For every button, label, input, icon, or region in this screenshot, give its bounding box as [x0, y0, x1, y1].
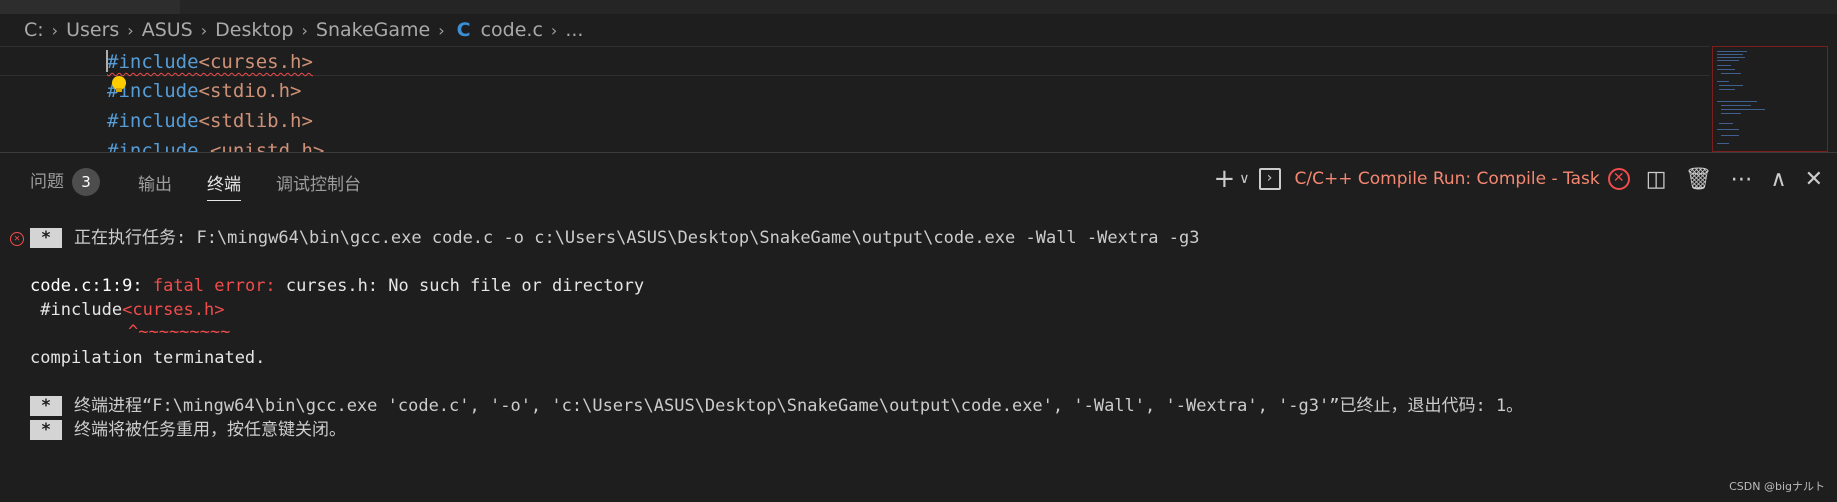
source-header: <curses.h>	[122, 300, 225, 320]
chevron-right-icon: ›	[301, 20, 308, 40]
error-line: code.c:1:9: fatal error: curses.h: No su…	[30, 274, 644, 298]
panel-toolbar: + ∨ › C/C++ Compile Run: Compile - Task …	[1204, 163, 1837, 195]
line-code: #include <unistd.h>	[107, 136, 324, 152]
breadcrumb-asus[interactable]: ASUS	[142, 19, 193, 41]
caret-line: ^~~~~~~~~~	[128, 322, 231, 342]
tab-problems[interactable]: 问题 3	[30, 167, 100, 196]
preprocessor-directive: #include	[107, 51, 199, 73]
preprocessor-directive: #include	[107, 110, 199, 132]
tab-output[interactable]: 输出	[138, 170, 172, 195]
more-actions-icon[interactable]: ⋯	[1730, 167, 1752, 192]
trash-icon[interactable]: 🗑	[1685, 167, 1713, 192]
code-line[interactable]: 3 #include<stdlib.h>	[0, 106, 1710, 136]
breadcrumb-desktop[interactable]: Desktop	[215, 19, 293, 41]
split-terminal-icon[interactable]: ◫	[1646, 167, 1667, 192]
minimap[interactable]	[1712, 46, 1828, 152]
terminal-output[interactable]: ✕ * 正在执行任务: F:\mingw64\bin\gcc.exe code.c…	[0, 202, 1837, 502]
line-code: #include<curses.h>	[107, 47, 313, 77]
chevron-right-icon: ›	[200, 20, 208, 40]
source-line: #include<curses.h>	[30, 298, 224, 322]
exit-star-marker: *	[30, 396, 62, 416]
header-name: <unistd.h>	[198, 140, 325, 152]
chevron-right-icon: ›	[550, 20, 558, 40]
preprocessor-directive: #include	[107, 140, 199, 152]
error-message: curses.h: No such file or directory	[285, 276, 645, 296]
tab-debug-console[interactable]: 调试控制台	[276, 170, 361, 195]
task-name[interactable]: C/C++ Compile Run: Compile - Task	[1295, 169, 1600, 189]
line-code: #include<stdlib.h>	[107, 106, 313, 136]
c-file-icon: C	[456, 19, 471, 41]
task-command: 正在执行任务: F:\mingw64\bin\gcc.exe code.c -o…	[74, 228, 1200, 248]
error-location: code.c:1:9:	[30, 276, 143, 296]
editor-tab-strip	[0, 0, 1837, 14]
task-star-marker: *	[30, 228, 62, 248]
line-code: #include<stdio.h>	[107, 76, 301, 106]
lightbulb-icon[interactable]	[112, 76, 126, 92]
problems-count-badge: 3	[72, 168, 100, 196]
chevron-right-icon: ›	[127, 20, 134, 40]
editor-tab[interactable]	[0, 0, 180, 14]
breadcrumb-snakegame[interactable]: SnakeGame	[316, 19, 430, 41]
error-decoration-icon[interactable]: ✕	[10, 232, 24, 246]
task-line: * 正在执行任务: F:\mingw64\bin\gcc.exe code.c -…	[30, 226, 1200, 250]
reuse-star-marker: *	[30, 420, 62, 440]
breadcrumb-drive[interactable]: C:	[24, 19, 44, 41]
chevron-right-icon: ›	[51, 20, 59, 40]
source-prefix: #include	[30, 300, 123, 320]
exit-message: 终端进程“F:\mingw64\bin\gcc.exe 'code.c', '-…	[74, 396, 1524, 416]
code-line[interactable]: 2 #include<stdio.h>	[0, 76, 1710, 106]
error-kind: fatal error:	[152, 276, 276, 296]
tab-terminal[interactable]: 终端	[207, 170, 241, 201]
breadcrumb-more[interactable]: ...	[565, 19, 583, 41]
text-cursor	[106, 50, 108, 72]
reuse-line: * 终端将被任务重用，按任意键关闭。	[30, 418, 346, 442]
header-name: <stdlib.h>	[198, 110, 313, 132]
plus-icon[interactable]: +	[1213, 164, 1235, 194]
close-icon[interactable]: ✕	[1805, 167, 1823, 192]
terminal-task-icon: ›	[1258, 168, 1281, 190]
terminated-line: compilation terminated.	[30, 348, 266, 368]
breadcrumb: C: › Users › ASUS › Desktop › SnakeGame …	[0, 14, 1837, 46]
reuse-message: 终端将被任务重用，按任意键关闭。	[74, 420, 346, 440]
breadcrumb-file[interactable]: code.c	[481, 19, 543, 41]
header-name: <stdio.h>	[198, 80, 302, 102]
close-circle-icon[interactable]: ✕	[1607, 168, 1630, 190]
tab-strip-empty	[180, 0, 1837, 14]
watermark: CSDN @bigナルト	[1729, 480, 1825, 493]
tab-problems-label: 问题	[30, 172, 64, 192]
code-editor[interactable]: 1 #include<curses.h> 2 #include<stdio.h>…	[0, 46, 1837, 152]
header-name: <curses.h>	[198, 51, 313, 73]
chevron-right-icon: ›	[438, 20, 445, 40]
chevron-down-icon[interactable]: ∨	[1239, 171, 1249, 187]
chevron-up-icon[interactable]: ∧	[1770, 167, 1786, 192]
breadcrumb-users[interactable]: Users	[66, 19, 119, 41]
code-line[interactable]: 1 #include<curses.h>	[0, 46, 1710, 76]
panel-header: 问题 3 输出 终端 调试控制台 + ∨ › C/C++ Compile Run:…	[0, 152, 1837, 202]
exit-line: * 终端进程“F:\mingw64\bin\gcc.exe 'code.c', '…	[30, 394, 1523, 418]
code-line[interactable]: 4 #include <unistd.h>	[0, 136, 1710, 152]
